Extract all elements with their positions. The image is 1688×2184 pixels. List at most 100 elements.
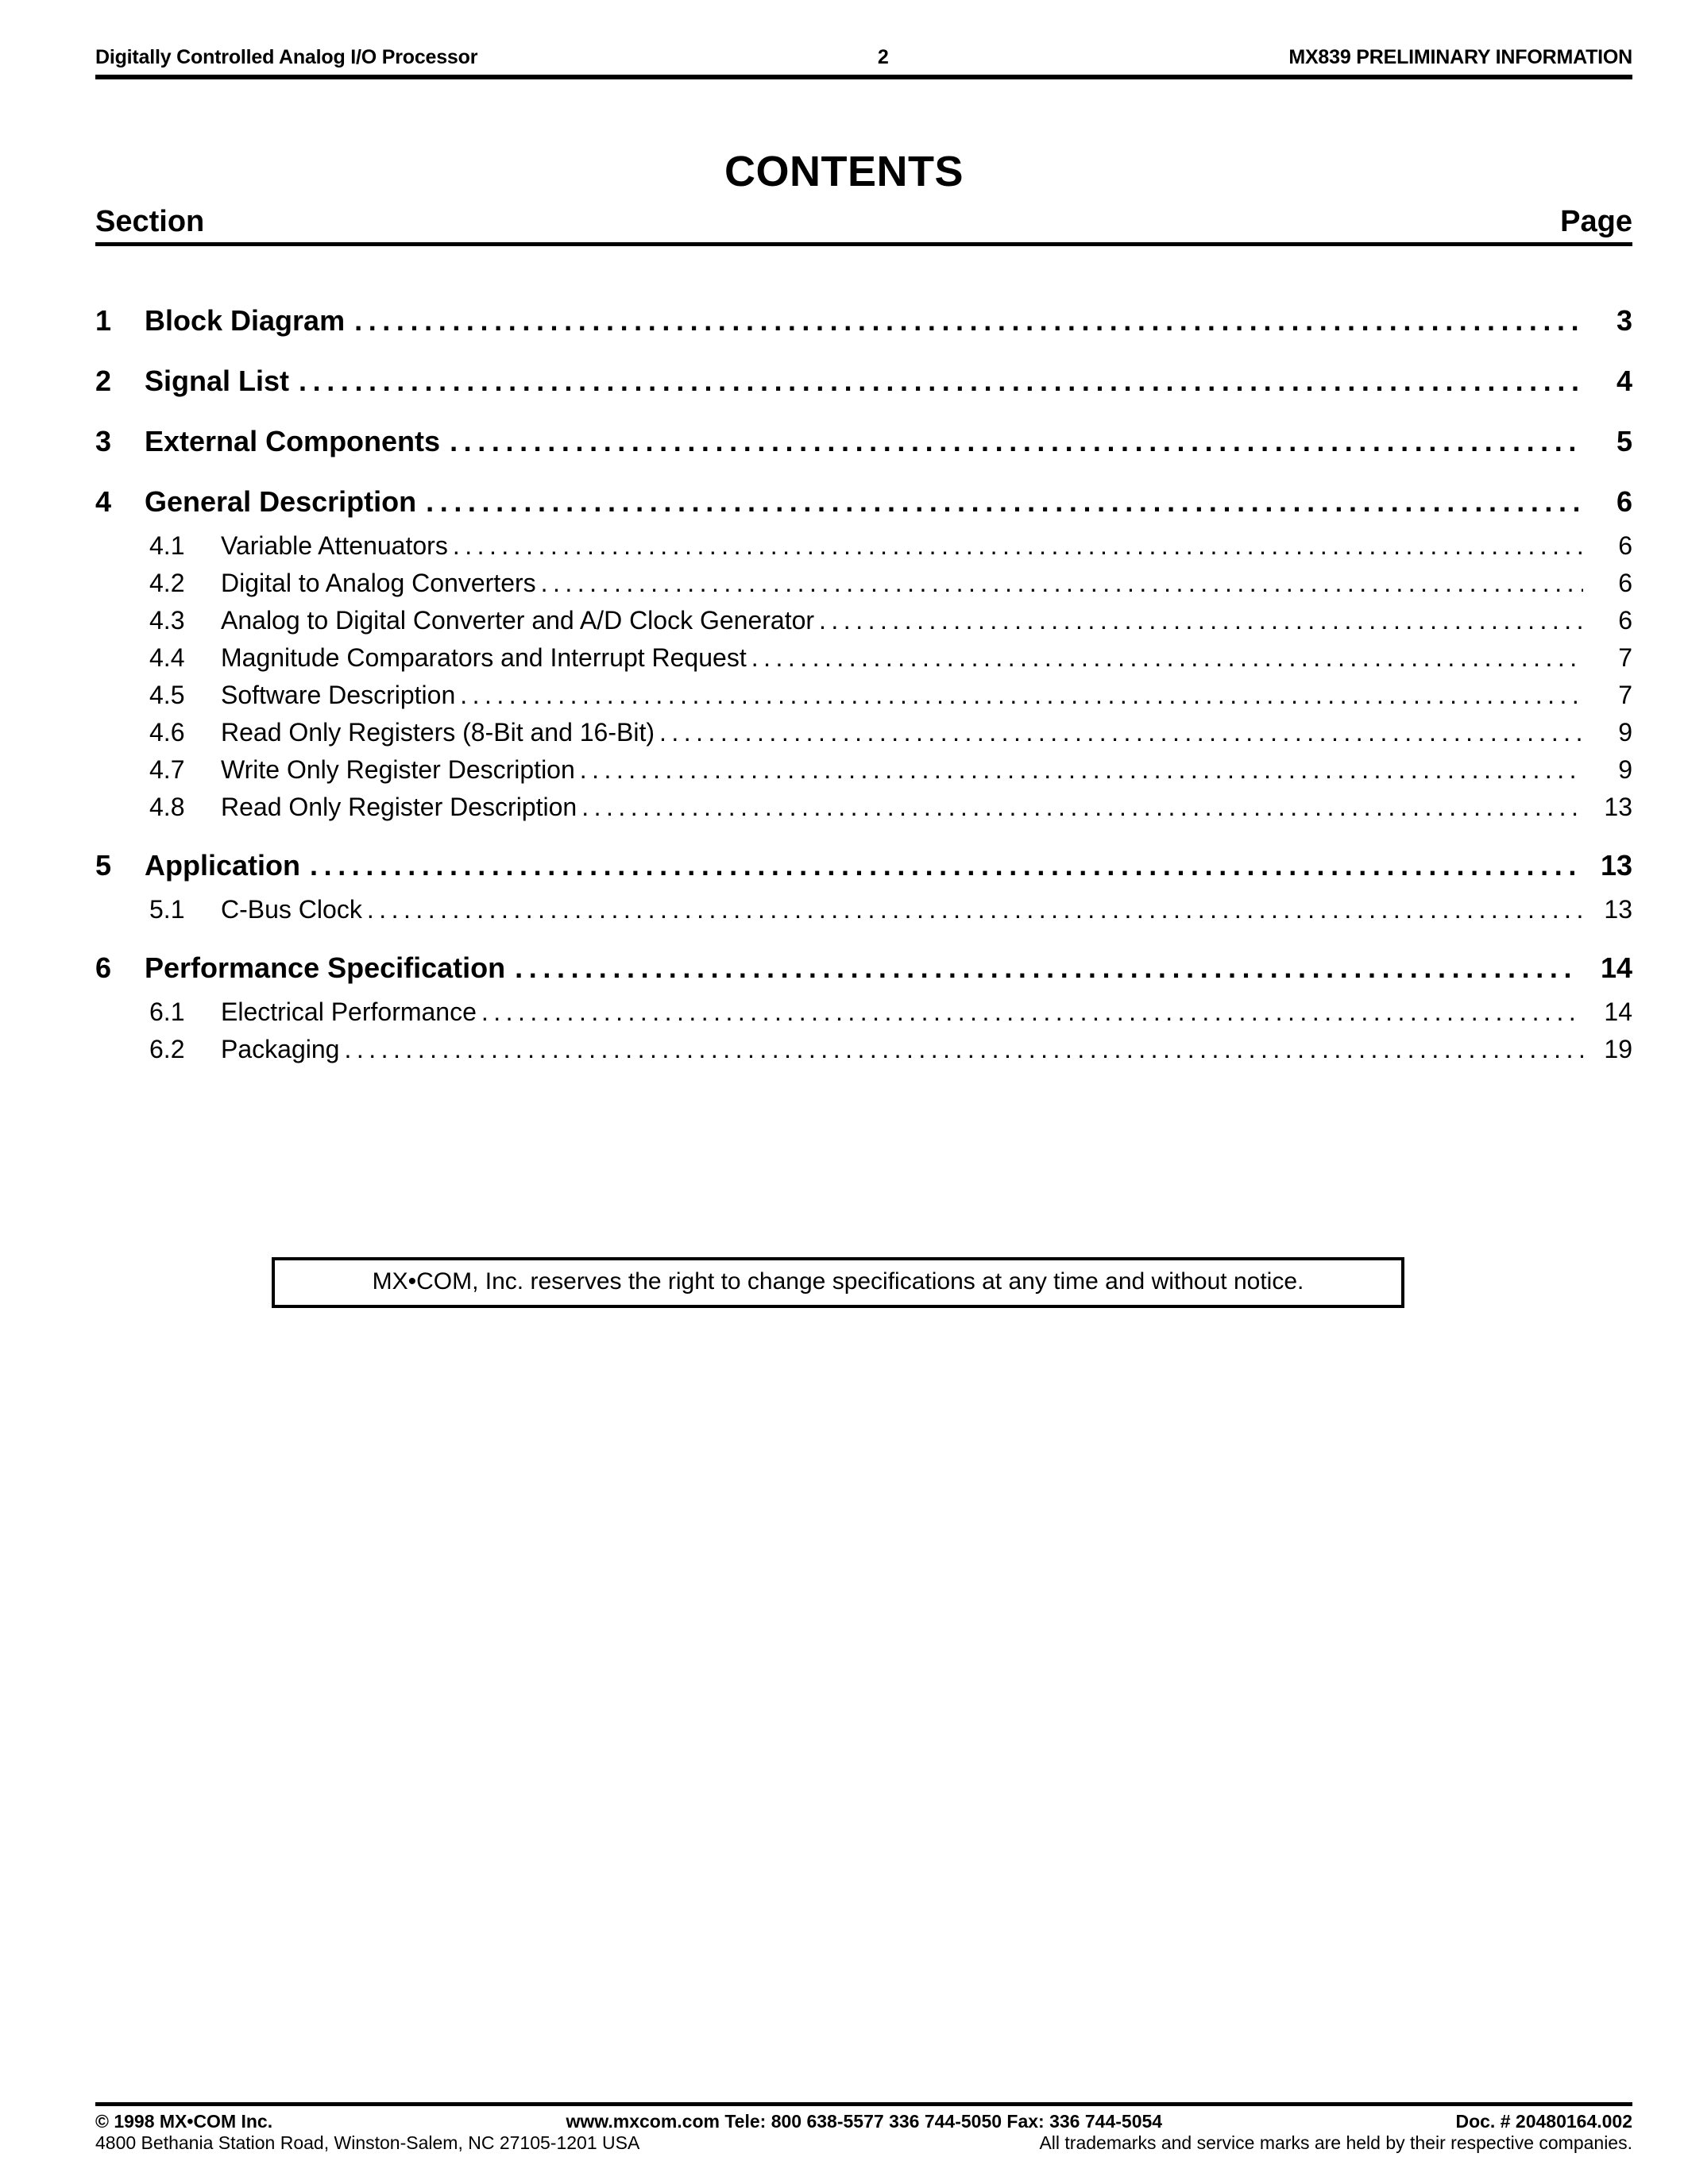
toc-entry[interactable]: 2 Signal List 4 — [95, 365, 1632, 398]
footer-line-1: © 1998 MX•COM Inc. www.mxcom.com Tele: 8… — [95, 2111, 1632, 2132]
page-footer: © 1998 MX•COM Inc. www.mxcom.com Tele: 8… — [95, 2101, 1632, 2154]
toc-entry-number: 4.7 — [149, 755, 185, 784]
toc-entry-number: 6 — [95, 951, 112, 984]
toc-entry-page-number: 7 — [1618, 643, 1632, 672]
toc-entry-page-number: 9 — [1618, 755, 1632, 784]
toc-entry-label: Read Only Register Description — [221, 793, 577, 821]
toc-entry-number: 4.8 — [149, 793, 185, 821]
toc-entry-page-number: 14 — [1604, 997, 1632, 1026]
toc-entry-leader-dots — [367, 895, 1583, 920]
toc-entry[interactable]: 3 External Components 5 — [95, 425, 1632, 458]
toc-entry[interactable]: 4.7 Write Only Register Description 9 — [95, 755, 1632, 785]
toc-entry-label: Variable Attenuators — [221, 531, 448, 560]
toc-entry-leader-dots — [819, 606, 1583, 631]
toc-column-head-page: Page — [1560, 205, 1632, 238]
toc-entry[interactable]: 6.1 Electrical Performance 14 — [95, 997, 1632, 1027]
header-rule — [95, 75, 1632, 79]
toc-entry[interactable]: 5.1 C-Bus Clock 13 — [95, 895, 1632, 924]
toc-entry[interactable]: 1 Block Diagram 3 — [95, 304, 1632, 338]
header-page-number: 2 — [877, 46, 889, 68]
specification-change-notice: MX•COM, Inc. reserves the right to chang… — [272, 1257, 1404, 1308]
toc-entry-number: 4.2 — [149, 569, 185, 597]
footer-rule — [95, 2101, 1632, 2106]
toc-entry-label: Signal List — [145, 365, 290, 397]
toc-entry-leader-dots — [481, 997, 1583, 1023]
toc-column-heads-rule — [95, 242, 1632, 246]
toc-entry-label: Block Diagram — [145, 304, 346, 337]
toc-entry-leader-dots — [453, 531, 1583, 557]
toc-entry-number: 5 — [95, 849, 112, 882]
toc-entry-leader-dots — [659, 718, 1583, 743]
toc-entry-label: Performance Specification — [145, 951, 506, 984]
footer-address: 4800 Bethania Station Road, Winston-Sale… — [95, 2132, 640, 2153]
toc-entry-number: 6.1 — [149, 997, 185, 1026]
toc-column-heads-row: Section Page — [95, 205, 1632, 239]
toc-entry-leader-dots — [344, 1035, 1583, 1060]
toc-entry[interactable]: 4.2 Digital to Analog Converters 6 — [95, 569, 1632, 598]
toc-entry-leader-dots — [751, 643, 1583, 669]
toc-entry-leader-dots — [450, 425, 1578, 453]
toc-entry-label: Analog to Digital Converter and A/D Cloc… — [221, 606, 815, 635]
footer-doc-number: Doc. # 20480164.002 — [1455, 2110, 1632, 2132]
toc-entry-number: 2 — [95, 365, 112, 397]
toc-entry[interactable]: 4.3 Analog to Digital Converter and A/D C… — [95, 606, 1632, 635]
toc-column-heads: Section Page — [95, 205, 1632, 246]
page-title: CONTENTS — [724, 148, 964, 195]
toc-entry[interactable]: 4.4 Magnitude Comparators and Interrupt R… — [95, 643, 1632, 673]
toc-entry-page-number: 3 — [1616, 304, 1632, 337]
toc-entry-page-number: 6 — [1616, 485, 1632, 518]
toc-entry-number: 4.4 — [149, 643, 185, 672]
toc-entry-label: Read Only Registers (8-Bit and 16-Bit) — [221, 718, 655, 747]
toc-entry-label: Application — [145, 849, 300, 882]
toc-entry-leader-dots — [310, 849, 1578, 878]
toc-entry[interactable]: 5 Application 13 — [95, 849, 1632, 882]
toc-entry-number: 4.1 — [149, 531, 185, 560]
toc-entry[interactable]: 4.5 Software Description 7 — [95, 681, 1632, 710]
toc-entry-number: 4.3 — [149, 606, 185, 635]
toc-entry-label: Electrical Performance — [221, 997, 477, 1026]
toc-entry-label: Digital to Analog Converters — [221, 569, 536, 597]
toc-entry-page-number: 13 — [1604, 895, 1632, 924]
toc-entry-label: General Description — [145, 485, 417, 518]
toc-entry-leader-dots — [515, 951, 1578, 980]
toc-entry-number: 4.6 — [149, 718, 185, 747]
toc-entry-label: Write Only Register Description — [221, 755, 575, 784]
toc-entry[interactable]: 4.1 Variable Attenuators 6 — [95, 531, 1632, 561]
document-page: Digitally Controlled Analog I/O Processo… — [0, 0, 1688, 2184]
toc-entry-number: 1 — [95, 304, 112, 337]
toc-entry-page-number: 6 — [1618, 569, 1632, 597]
toc-entry-leader-dots — [299, 365, 1578, 393]
toc-entry-number: 6.2 — [149, 1035, 185, 1063]
toc-entry-page-number: 4 — [1616, 365, 1632, 397]
toc-entry[interactable]: 6 Performance Specification 14 — [95, 951, 1632, 985]
toc-entry-page-number: 5 — [1616, 425, 1632, 457]
toc-entry-page-number: 7 — [1618, 681, 1632, 709]
page-header: Digitally Controlled Analog I/O Processo… — [95, 46, 1632, 83]
toc-entry-number: 4.5 — [149, 681, 185, 709]
toc-entry-leader-dots — [581, 793, 1583, 818]
toc-entry-leader-dots — [354, 304, 1578, 333]
toc-entry-label: Magnitude Comparators and Interrupt Requ… — [221, 643, 747, 672]
table-of-contents: 1 Block Diagram 3 2 Signal List 4 3 External Co… — [95, 304, 1632, 1064]
toc-entry[interactable]: 4.8 Read Only Register Description 13 — [95, 793, 1632, 822]
toc-entry-leader-dots — [460, 681, 1583, 706]
toc-entry-page-number: 13 — [1604, 793, 1632, 821]
header-left-title: Digitally Controlled Analog I/O Processo… — [95, 46, 478, 68]
toc-entry[interactable]: 4 General Description 6 — [95, 485, 1632, 519]
toc-entry-number: 3 — [95, 425, 112, 457]
toc-column-head-section: Section — [95, 205, 205, 238]
toc-entry-leader-dots — [580, 755, 1583, 781]
toc-entry-label: Software Description — [221, 681, 456, 709]
header-right-title: MX839 PRELIMINARY INFORMATION — [1288, 46, 1632, 68]
toc-entry-number: 5.1 — [149, 895, 185, 924]
toc-entry-label: Packaging — [221, 1035, 340, 1063]
toc-entry-page-number: 19 — [1604, 1035, 1632, 1063]
footer-copyright: © 1998 MX•COM Inc. — [95, 2110, 273, 2132]
toc-entry-page-number: 13 — [1600, 849, 1632, 882]
toc-entry-leader-dots — [426, 485, 1578, 514]
toc-entry[interactable]: 6.2 Packaging 19 — [95, 1035, 1632, 1064]
toc-entry-label: C-Bus Clock — [221, 895, 362, 924]
toc-entry-label: External Components — [145, 425, 441, 457]
toc-entry-number: 4 — [95, 485, 112, 518]
toc-entry[interactable]: 4.6 Read Only Registers (8-Bit and 16-Bit… — [95, 718, 1632, 747]
